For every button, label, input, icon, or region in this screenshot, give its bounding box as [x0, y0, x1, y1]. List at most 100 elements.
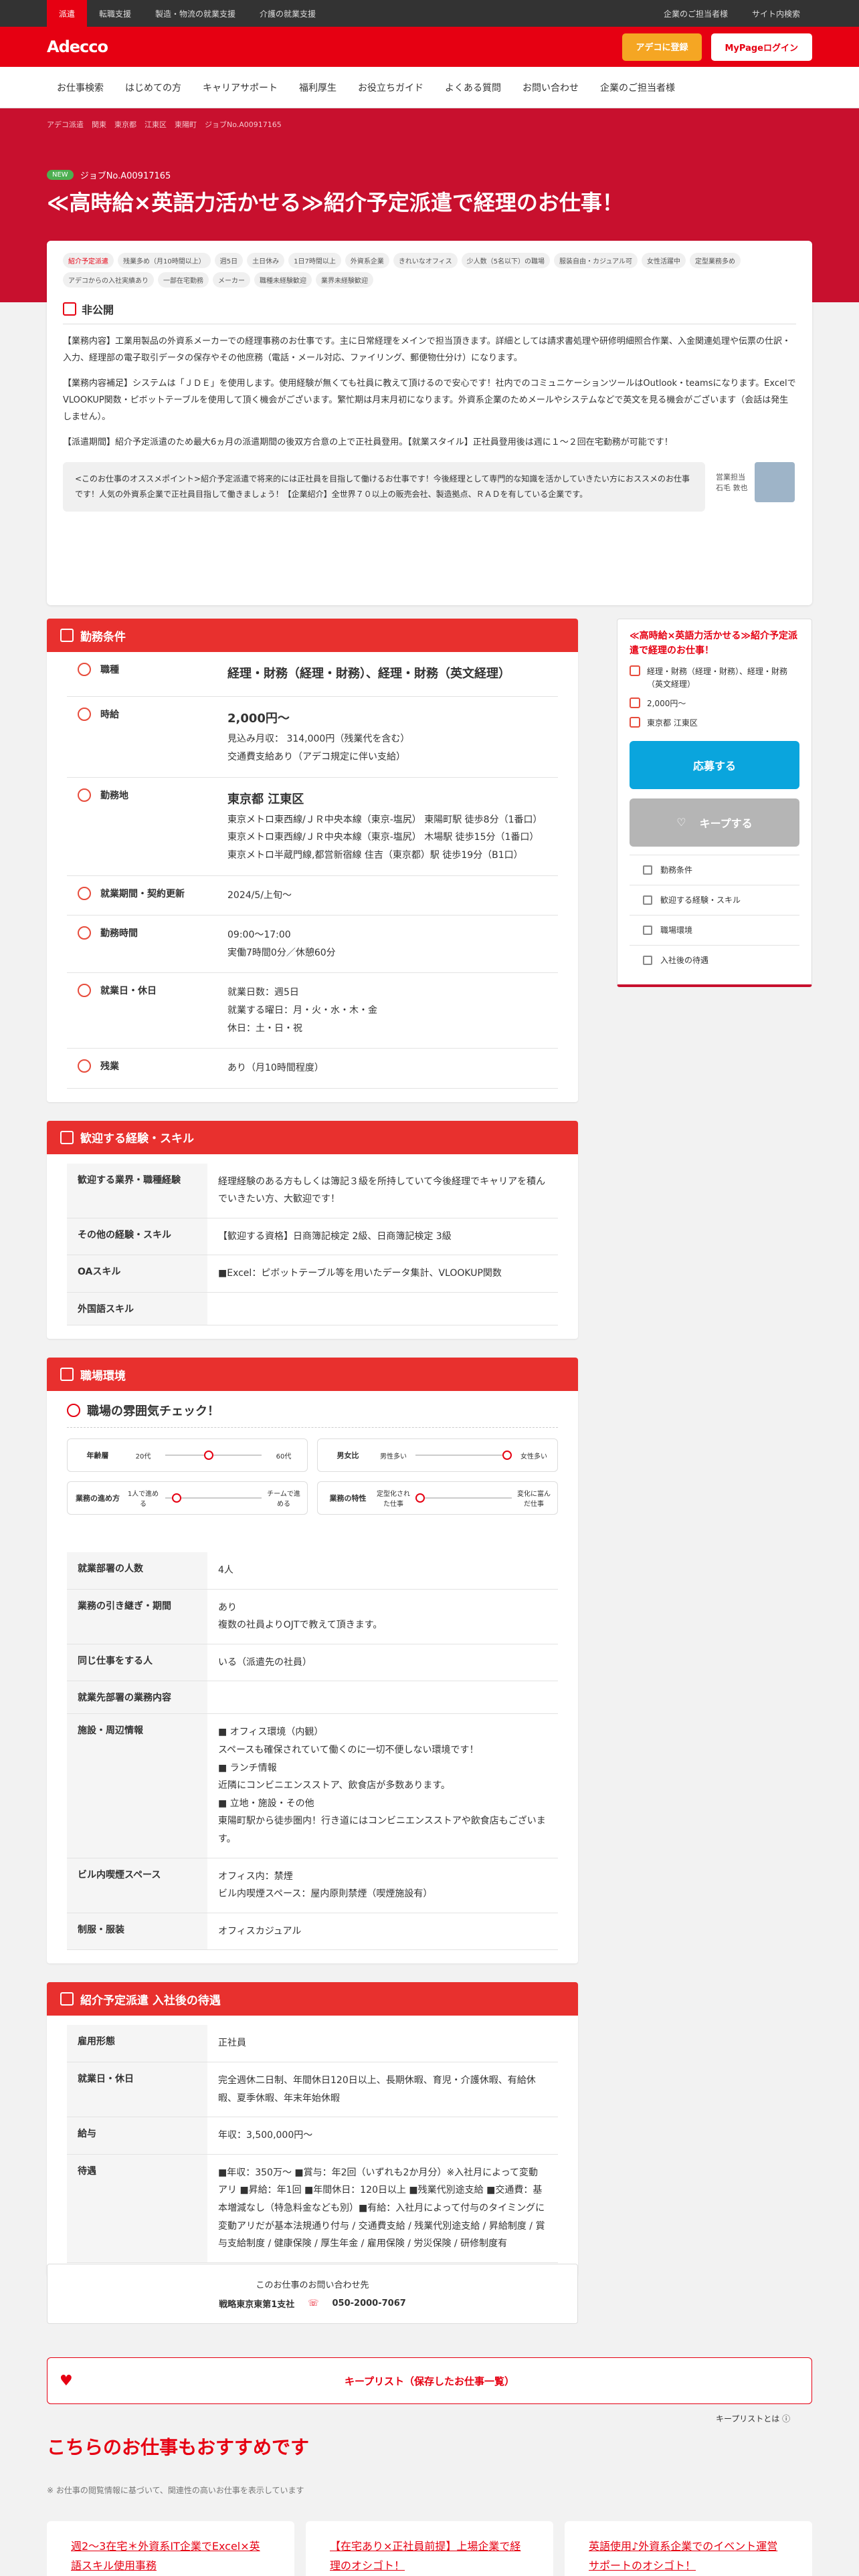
side-job-title: ≪高時給×英語力活かせる≫紹介予定派遣で経理のお仕事！: [630, 631, 798, 657]
row-label-text: 時給: [100, 710, 119, 721]
row-label: 歓迎する業界・職種経験: [67, 1163, 207, 1218]
company-icon: [63, 302, 76, 316]
nav-guide[interactable]: お役立ちガイド: [348, 81, 434, 94]
scale-label: 男女比: [337, 1451, 359, 1461]
row-label-text: 就業日・休日: [100, 986, 157, 997]
scale-label: 年齢層: [86, 1451, 109, 1461]
row-label: 残業: [67, 1049, 221, 1088]
row-label: 給与: [67, 2117, 207, 2154]
scale-marker: [502, 1451, 512, 1461]
atmosphere-scale: 男女比 男性多い 女性多い: [317, 1438, 558, 1473]
keep-button[interactable]: ♡ キープする: [630, 798, 799, 847]
row-icon: [78, 708, 91, 722]
table-row: 時給 2,000円〜 見込み月収： 314,000円（残業代を含む） 交通費支給あり…: [67, 697, 558, 778]
contact-label: このお仕事のお問い合わせ先: [256, 2280, 369, 2290]
row-value: 東京都 江東区 東京メトロ東西線/ＪＲ中央本線（東京-塩尻） 東陽町駅 徒歩8分（…: [221, 778, 558, 875]
topbar-search[interactable]: サイト内検索: [740, 0, 812, 27]
table-row: その他の経験・スキル 【歓迎する資格】日商簿記検定 2級、日商簿記検定 3級: [67, 1218, 558, 1256]
breadcrumb-item[interactable]: 江東区: [145, 119, 167, 130]
row-value: 正社員: [218, 2038, 246, 2049]
nav-search[interactable]: お仕事検索: [47, 81, 114, 94]
topbar-career[interactable]: 転職支援: [87, 0, 143, 27]
nav-faq[interactable]: よくある質問: [435, 81, 511, 94]
row-icon: [78, 1059, 91, 1073]
row-label: 職種: [67, 652, 221, 696]
side-link-environment[interactable]: 職場環境: [630, 914, 799, 945]
mypage-login-button[interactable]: MyPageログイン: [710, 33, 812, 61]
feature-tag: アデコからの入社実績あり: [63, 272, 154, 288]
row-main-value: 経理・財務（経理・財務）、経理・財務（英文経理）: [227, 667, 510, 681]
scale-track: [165, 1493, 262, 1503]
side-link-skills[interactable]: 歓迎する経験・スキル: [630, 884, 799, 915]
keep-list-button[interactable]: ♥ キープリスト（保存したお仕事一覧）: [47, 2357, 812, 2404]
avatar: [754, 462, 795, 503]
row-icon: [78, 886, 91, 900]
breadcrumb-item[interactable]: 東京都: [114, 119, 136, 130]
topbar-factory[interactable]: 製造・物流の就業支援: [143, 0, 248, 27]
sticky-apply-sidebar: ≪高時給×英語力活かせる≫紹介予定派遣で経理のお仕事！ 経理・財務（経理・財務）…: [617, 619, 812, 987]
row-value: [207, 1681, 558, 1713]
after-title: 紹介予定派遣 入社後の待遇: [80, 1994, 221, 2008]
recommend-item[interactable]: 【在宅あり×正社員前提】上場企業で経理のオシゴト！: [306, 2521, 553, 2576]
breadcrumb-item[interactable]: アデコ派遣: [47, 119, 84, 130]
phone-icon: ☏: [308, 2298, 319, 2309]
breadcrumb: アデコ派遣 関東 東京都 江東区 東陽町 ジョブNo.A00917165: [47, 108, 812, 130]
atmosphere-title: 職場の雰囲気チェック！: [87, 1404, 219, 1419]
side-link-conditions[interactable]: 勤務条件: [630, 854, 799, 885]
breadcrumb-item[interactable]: 東陽町: [175, 119, 197, 130]
scale-left: 1人で進める: [127, 1491, 159, 1509]
row-value: ■Excel：ピボットテーブル等を用いたデータ集計、VLOOKUP関数: [218, 1268, 502, 1279]
row-value: 2024/5/上旬〜: [221, 876, 558, 916]
topbar-corporate[interactable]: 企業のご担当者様: [652, 0, 740, 27]
table-row: 待遇 ■年収：350万〜 ■賞与：年2回（いずれも2か月分）※入社月によって変動ア…: [67, 2154, 558, 2263]
apply-button[interactable]: 応募する: [630, 740, 799, 789]
heart-icon: ♡: [676, 816, 686, 829]
nav-corporate[interactable]: 企業のご担当者様: [590, 81, 685, 94]
table-row: 給与 年収：3,500,000円〜: [67, 2117, 558, 2155]
row-value: 経理経験のある方もしくは簿記３級を所持していて今後経理でキャリアを積んでいきたい…: [218, 1176, 546, 1205]
row-label-text: 勤務時間: [100, 928, 138, 940]
row-value: 09:00〜17:00 実働7時間0分／休憩60分: [221, 916, 558, 972]
breadcrumb-item[interactable]: 関東: [92, 119, 106, 130]
nav-contact[interactable]: お問い合わせ: [512, 81, 589, 94]
scale-track: [165, 1451, 262, 1461]
feature-tag: 外資系企業: [345, 253, 389, 268]
nav-career[interactable]: キャリアサポート: [193, 81, 288, 94]
nav-welfare[interactable]: 福利厚生: [289, 81, 347, 94]
topbar-care[interactable]: 介護の就業支援: [248, 0, 328, 27]
phone-number[interactable]: 050-2000-7067: [332, 2298, 406, 2309]
table-row: 業務の引き継ぎ・期間 あり 複数の社員よりOJTで教えて頂きます。: [67, 1589, 558, 1644]
topbar-dispatch[interactable]: 派遣: [47, 0, 88, 27]
nav-beginner[interactable]: はじめての方: [115, 81, 191, 94]
star-icon: [60, 1130, 74, 1144]
adecco-logo[interactable]: Adecco: [47, 37, 108, 56]
keep-list-help-link[interactable]: キープリストとは ⓘ: [716, 2413, 790, 2424]
row-main-value: 2,000円〜: [227, 712, 290, 726]
side-wage: 2,000円〜: [647, 699, 686, 709]
scale-label: 業務の特性: [329, 1494, 367, 1503]
scale-marker: [172, 1493, 182, 1503]
location-icon: [630, 717, 640, 728]
yen-icon: [630, 697, 640, 709]
feature-tag: 紹介予定派遣: [63, 253, 114, 268]
env-title: 職場環境: [80, 1369, 126, 1383]
side-link-after-hire[interactable]: 入社後の待遇: [630, 944, 799, 975]
row-sub-value: 東京メトロ東西線/ＪＲ中央本線（東京-塩尻） 東陽町駅 徒歩8分（1番口） 東京…: [227, 814, 543, 861]
recommend-item[interactable]: 週2〜3在宅＊外資系IT企業でExcel×英語スキル使用事務: [47, 2521, 294, 2576]
table-row: 同じ仕事をする人 いる（派遣先の社員）: [67, 1644, 558, 1682]
row-label: 就業期間・契約更新: [67, 876, 221, 916]
recommend-item[interactable]: 英語使用♪外資系企業でのイベント運営サポートのオシゴト！: [565, 2521, 812, 2576]
branch-name: 戦略東京東第1支社: [219, 2300, 295, 2310]
table-row: 勤務地 東京都 江東区 東京メトロ東西線/ＪＲ中央本線（東京-塩尻） 東陽町駅 徒歩…: [67, 778, 558, 876]
office-icon: [60, 1368, 74, 1382]
table-row: OAスキル ■Excel：ピボットテーブル等を用いたデータ集計、VLOOKUP関数: [67, 1255, 558, 1293]
scale-right: チームで進める: [267, 1491, 300, 1509]
page-title: ≪高時給×英語力活かせる≫紹介予定派遣で経理のお仕事！: [47, 190, 624, 215]
briefcase-icon: [630, 665, 640, 676]
feature-tag: 週5日: [214, 253, 244, 268]
job-number: ジョブNo.A00917165: [80, 171, 171, 181]
register-button[interactable]: アデコに登録: [622, 33, 702, 61]
star-icon: [643, 895, 652, 905]
row-label: 制服・服装: [67, 1913, 207, 1950]
scale-left: 20代: [135, 1453, 151, 1461]
